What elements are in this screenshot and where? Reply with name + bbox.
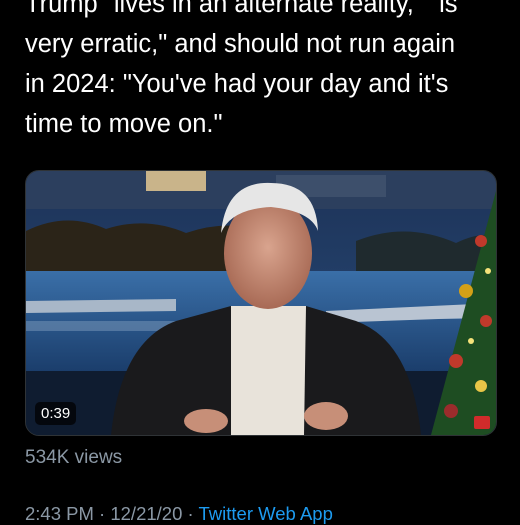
tweet-text: Trump "lives in an alternate reality," "… [25, 0, 505, 144]
tweet-date[interactable]: 12/21/20 [110, 503, 182, 524]
tweet-text-line: in 2024: "You've had your day and it's [25, 70, 449, 98]
tweet-text-line: very erratic," and should not run again [25, 30, 456, 58]
video-player[interactable]: 0:39 [25, 170, 497, 436]
play-logo-icon [474, 416, 490, 429]
tweet-meta: 2:43 PM · 12/21/20 · Twitter Web App [25, 503, 333, 525]
video-thumbnail [26, 171, 496, 435]
meta-separator: · [187, 503, 194, 524]
source-app-link[interactable]: Twitter Web App [199, 503, 333, 524]
tweet-time[interactable]: 2:43 PM [25, 503, 94, 524]
tweet-text-line: Trump "lives in an alternate reality," "… [25, 0, 458, 18]
tweet-text-line: time to move on." [25, 110, 223, 138]
video-duration-badge: 0:39 [35, 402, 77, 425]
meta-separator: · [99, 503, 106, 524]
view-count: 534K views [25, 447, 123, 468]
